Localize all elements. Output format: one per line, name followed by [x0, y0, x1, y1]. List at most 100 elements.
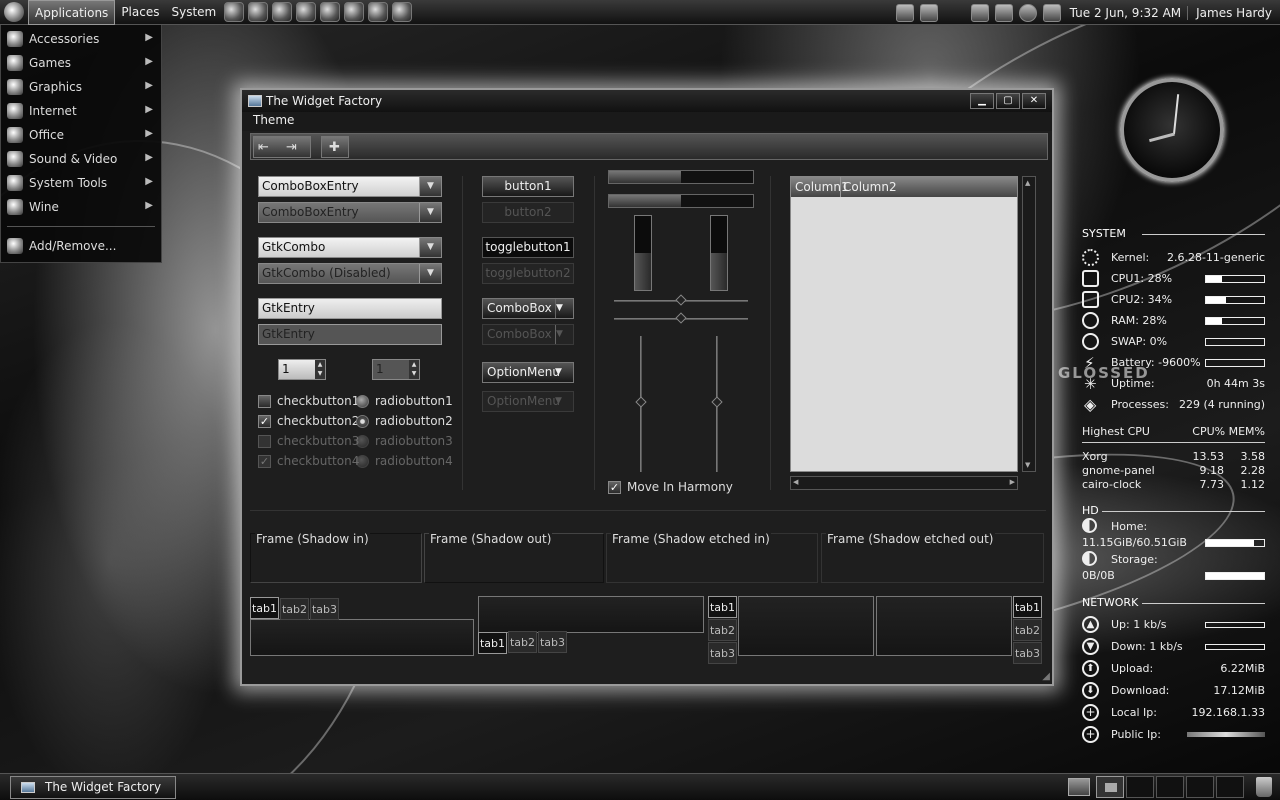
workspace-5[interactable] — [1216, 776, 1244, 798]
radiobutton1[interactable]: radiobutton1 — [356, 394, 453, 408]
hscale-1[interactable] — [614, 294, 748, 306]
spinbutton[interactable]: 1 ▲ ▼ — [278, 359, 326, 380]
workspace-2[interactable] — [1126, 776, 1154, 798]
screen-icon[interactable] — [895, 3, 914, 22]
notebook-bottom-tab2[interactable]: tab2 — [508, 631, 537, 653]
email-launcher-icon[interactable] — [248, 2, 269, 22]
notebook-right-tab2[interactable]: tab2 — [1013, 619, 1042, 641]
bird-launcher-icon[interactable] — [368, 2, 389, 22]
swap-row: SWAP: 0% — [1082, 333, 1268, 353]
add-button[interactable]: ✚ — [321, 136, 349, 158]
menu-item-graphics[interactable]: Graphics ▶ — [1, 75, 161, 99]
title-bar[interactable]: The Widget Factory ▁ ▢ ✕ — [242, 90, 1052, 112]
vscale-1[interactable] — [635, 336, 647, 472]
notebook-top-tab1[interactable]: tab1 — [250, 597, 279, 619]
scroll-up-icon[interactable]: ▲ — [1025, 179, 1030, 187]
home-label: Home: — [1111, 520, 1148, 533]
menu-item-accessories[interactable]: Accessories ▶ — [1, 27, 161, 51]
notebook-right-tab3[interactable]: tab3 — [1013, 642, 1042, 664]
scale-knob[interactable] — [675, 294, 687, 306]
menu-item-office[interactable]: Office ▶ — [1, 123, 161, 147]
settings-icon[interactable] — [970, 3, 989, 22]
tree-horizontal-scrollbar[interactable]: ◀ ▶ — [790, 476, 1018, 490]
gnome-foot-icon[interactable] — [4, 2, 24, 22]
go-last-icon[interactable]: ⇥ — [286, 140, 297, 155]
places-menu[interactable]: Places — [115, 0, 165, 25]
theme-menu[interactable]: Theme — [242, 112, 305, 128]
minimize-button[interactable]: ▁ — [970, 93, 994, 109]
column1-header[interactable]: Column1 — [793, 177, 849, 197]
close-button[interactable]: ✕ — [1022, 93, 1046, 109]
combobox[interactable]: ComboBox ▼ — [482, 298, 574, 319]
gtkentry[interactable]: GtkEntry — [258, 298, 442, 319]
vscale-2[interactable] — [711, 336, 723, 472]
terminal-launcher-icon[interactable] — [296, 2, 317, 22]
comboboxentry[interactable]: ComboBoxEntry ▼ — [258, 176, 442, 197]
menu-item-internet[interactable]: Internet ▶ — [1, 99, 161, 123]
network-launcher-icon[interactable] — [392, 2, 413, 22]
swap-bar — [1205, 338, 1265, 346]
togglebutton1[interactable]: togglebutton1 — [482, 237, 574, 258]
scroll-down-icon[interactable]: ▼ — [1025, 461, 1030, 469]
scroll-left-icon[interactable]: ◀ — [793, 478, 798, 486]
scale-knob[interactable] — [711, 396, 723, 408]
go-first-icon[interactable]: ⇤ — [258, 140, 269, 155]
tree-view[interactable]: Column1 Column2 — [790, 176, 1018, 472]
audio-launcher-icon[interactable] — [272, 2, 293, 22]
menu-item-wine[interactable]: Wine ▶ — [1, 195, 161, 219]
scale-knob[interactable] — [675, 312, 687, 324]
user-switcher[interactable]: James Hardy — [1187, 5, 1280, 20]
weather-icon[interactable] — [1042, 3, 1061, 22]
notebook-left-tab2[interactable]: tab2 — [708, 619, 737, 641]
workspace-3[interactable] — [1156, 776, 1184, 798]
dropdown-arrow-icon[interactable]: ▼ — [419, 177, 441, 196]
notebook-left-tab3[interactable]: tab3 — [708, 642, 737, 664]
show-desktop-icon[interactable] — [1068, 778, 1090, 796]
down-arrow-icon: ▼ — [1082, 638, 1099, 655]
notebook-bottom-tab1[interactable]: tab1 — [478, 632, 507, 654]
workspace-4[interactable] — [1186, 776, 1214, 798]
checkbutton1[interactable]: checkbutton1 — [258, 394, 359, 408]
menu-item-games[interactable]: Games ▶ — [1, 51, 161, 75]
workspace-1[interactable] — [1096, 776, 1124, 798]
spin-arrows-icon[interactable]: ▲ ▼ — [315, 360, 325, 379]
move-in-harmony-check[interactable]: ✓ Move In Harmony — [608, 480, 733, 494]
taskbar-button-widget-factory[interactable]: The Widget Factory — [10, 776, 176, 799]
window-title: The Widget Factory — [266, 94, 383, 108]
radio-label: radiobutton4 — [375, 454, 453, 468]
resize-grip-icon[interactable]: ◢ — [1042, 671, 1050, 682]
notebook-right-tab1[interactable]: tab1 — [1013, 596, 1042, 618]
spreadsheet-launcher-icon[interactable] — [344, 2, 365, 22]
menu-item-sound-video[interactable]: Sound & Video ▶ — [1, 147, 161, 171]
scale-knob[interactable] — [635, 396, 647, 408]
system-menu[interactable]: System — [165, 0, 222, 25]
volume-icon[interactable] — [919, 3, 938, 22]
spin-value: 1 — [376, 362, 384, 376]
scroll-right-icon[interactable]: ▶ — [1010, 478, 1015, 486]
search-icon[interactable] — [1018, 3, 1037, 22]
browser-launcher-icon[interactable] — [224, 2, 245, 22]
editor-launcher-icon[interactable] — [320, 2, 341, 22]
dropdown-arrow-icon[interactable]: ▼ — [419, 238, 441, 257]
notebook-top-tab3[interactable]: tab3 — [310, 598, 339, 620]
optionmenu[interactable]: OptionMenu ▼ — [482, 362, 574, 383]
battery-icon[interactable] — [994, 3, 1013, 22]
menu-item-system-tools[interactable]: System Tools ▶ — [1, 171, 161, 195]
applications-menu[interactable]: Applications — [28, 0, 116, 25]
menu-item-add-remove[interactable]: Add/Remove... — [1, 234, 161, 258]
cairo-clock[interactable] — [1120, 78, 1224, 182]
notebook-left-tab1[interactable]: tab1 — [708, 596, 737, 618]
radiobutton2[interactable]: radiobutton2 — [356, 414, 453, 428]
maximize-button[interactable]: ▢ — [996, 93, 1020, 109]
tree-vertical-scrollbar[interactable]: ▲ ▼ — [1022, 176, 1036, 472]
gtkcombo[interactable]: GtkCombo ▼ — [258, 237, 442, 258]
trash-icon[interactable] — [1256, 777, 1272, 797]
column2-header[interactable]: Column2 — [841, 177, 897, 197]
hscale-2[interactable] — [614, 312, 748, 324]
checkbutton2[interactable]: ✓ checkbutton2 — [258, 414, 359, 428]
panel-clock[interactable]: Tue 2 Jun, 9:32 AM — [1064, 6, 1187, 20]
download-value: 17.12MiB — [1213, 684, 1265, 697]
button1[interactable]: button1 — [482, 176, 574, 197]
notebook-top-tab2[interactable]: tab2 — [280, 598, 309, 620]
notebook-bottom-tab3[interactable]: tab3 — [538, 631, 567, 653]
